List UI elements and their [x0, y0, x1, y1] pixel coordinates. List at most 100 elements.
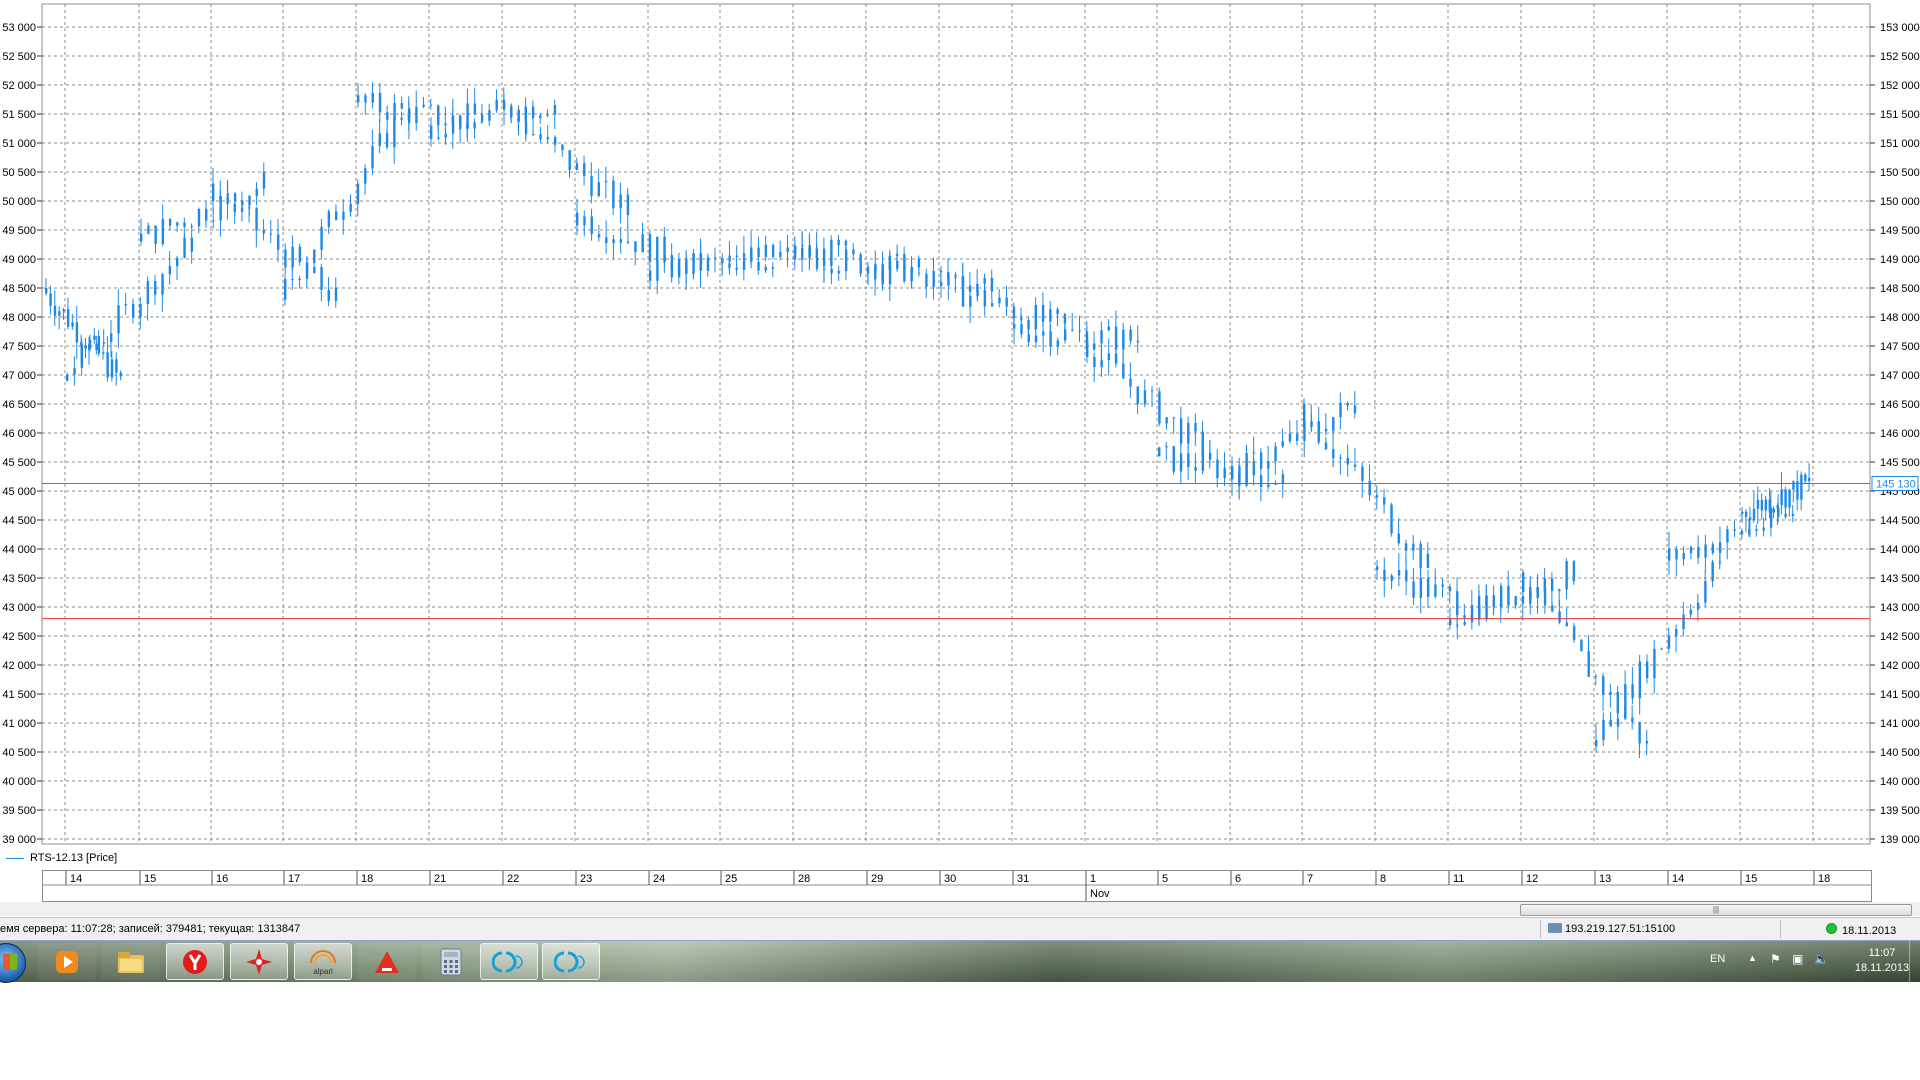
network-icon[interactable]: ▣ [1792, 952, 1803, 966]
show-desktop-button[interactable] [1909, 941, 1920, 982]
candle-body [1390, 504, 1393, 534]
candle-body [764, 244, 768, 258]
horizontal-scrollbar-thumb[interactable]: ||| [1520, 904, 1912, 916]
time-axis-tick-label: 8 [1380, 873, 1386, 885]
candle-body [786, 247, 789, 253]
candle-body [106, 352, 109, 378]
candle-body [1624, 684, 1627, 719]
candle-body [1740, 530, 1744, 535]
time-axis-tick-label: 31 [1017, 873, 1029, 885]
left-axis-tick-label: 44 000 [2, 544, 36, 556]
language-indicator[interactable]: EN [1710, 953, 1725, 965]
candle-body [49, 293, 52, 306]
right-axis-tick-label: 140 000 [1880, 776, 1920, 788]
taskbar-red-triangle-app[interactable] [358, 943, 416, 980]
candle-body [102, 342, 106, 344]
candle-body [422, 104, 425, 107]
candle-body [867, 270, 870, 272]
taskbar-trading-star[interactable] [230, 943, 288, 980]
candle-body [45, 288, 48, 294]
taskbar-terminal-1[interactable] [480, 943, 538, 980]
candle-body [1448, 586, 1452, 592]
left-axis-tick-label: 51 000 [2, 138, 36, 150]
taskbar-media-player[interactable] [38, 943, 96, 980]
candle-body [990, 278, 994, 292]
candle-body [801, 245, 804, 247]
candle-body [117, 305, 120, 334]
clock[interactable]: 11:07 18.11.2013 [1850, 946, 1914, 976]
candle-body [1507, 585, 1510, 606]
left-axis-tick-label: 47 500 [2, 341, 36, 353]
candle-body [1492, 595, 1496, 608]
candle-body [1383, 569, 1386, 582]
candle-body [495, 99, 498, 111]
legend-series-swatch [6, 858, 24, 859]
candle-body [568, 150, 571, 170]
candle-body [1324, 442, 1328, 450]
taskbar-alpari[interactable]: alpari [294, 943, 352, 980]
left-axis-tick-label: 39 000 [2, 834, 36, 846]
candle-body [1645, 740, 1649, 744]
candle-body [1078, 330, 1081, 332]
taskbar-terminal-2[interactable] [542, 943, 600, 980]
time-axis-tick-label: 21 [434, 873, 446, 885]
candle-body [1609, 691, 1612, 695]
candle-body [298, 246, 302, 263]
candle-body [334, 211, 338, 220]
candle-body [1324, 428, 1328, 432]
candle-body [983, 290, 987, 307]
candle-body [604, 180, 608, 183]
candle-body [1405, 570, 1408, 582]
horizontal-scroll-row: ||| [0, 902, 1920, 916]
candle-body [1741, 511, 1744, 515]
candle-body [1216, 459, 1219, 479]
candle-body [1346, 457, 1350, 465]
left-axis-tick-label: 52 000 [2, 80, 36, 92]
candle-body [1274, 484, 1277, 486]
candle-body [488, 110, 491, 121]
candle-body [84, 345, 87, 349]
svg-text:alpari: alpari [313, 967, 333, 976]
show-hidden-icons-arrow-icon[interactable]: ▲ [1748, 953, 1757, 963]
taskbar-yandex-browser[interactable] [166, 943, 224, 980]
candle-body [524, 121, 528, 134]
candle-body [102, 352, 105, 354]
action-center-flag-icon[interactable]: ⚑ [1770, 952, 1781, 966]
left-axis-tick-label: 49 000 [2, 254, 36, 266]
trading-star-icon [246, 948, 272, 975]
candle-body [197, 209, 201, 227]
candle-body [1485, 595, 1488, 620]
right-axis-tick-label: 143 500 [1880, 573, 1920, 585]
candle-body [139, 303, 142, 318]
candle-body [1303, 404, 1306, 427]
chart-canvas[interactable]: 153 000 53 000 152 500 52 500 152 000 52 000 1… [0, 0, 1920, 848]
server-address[interactable]: 193.219.127.51:15100 [1548, 923, 1675, 935]
price-chart[interactable]: 153 000 53 000 152 500 52 500 152 000 52 000 1… [0, 0, 1920, 848]
candle-body [1521, 596, 1525, 604]
right-axis-tick-label: 149 500 [1880, 225, 1920, 237]
candle-body [1114, 353, 1118, 364]
candle-body [1752, 508, 1756, 521]
time-axis-tick-label: 1 [1090, 873, 1096, 885]
candle-body [95, 343, 98, 350]
candle-body [575, 163, 579, 170]
candle-body [1172, 446, 1175, 472]
candle-body [1791, 513, 1795, 516]
candle-body [1536, 587, 1539, 598]
volume-icon[interactable]: 🔈 [1814, 952, 1829, 966]
time-axis[interactable]: 14 15 16 17 18 21 22 23 24 25 28 29 30 31 1 5 6 7 8 11 12 13 1… [42, 870, 1872, 902]
candle-body [612, 180, 615, 209]
candle-body [73, 367, 76, 375]
candle-body [771, 244, 775, 257]
candle-body [58, 311, 61, 316]
taskbar-calculator[interactable] [422, 943, 480, 980]
candle-body [1558, 589, 1561, 592]
right-axis-tick-label: 142 000 [1880, 660, 1920, 672]
candle-body [459, 115, 462, 129]
candle-body [771, 267, 775, 269]
right-axis-tick-label: 146 000 [1880, 428, 1920, 440]
taskbar-file-explorer[interactable] [102, 943, 160, 980]
candle-body [66, 374, 69, 381]
right-axis-tick-label: 149 000 [1880, 254, 1920, 266]
candle-body [291, 279, 294, 281]
